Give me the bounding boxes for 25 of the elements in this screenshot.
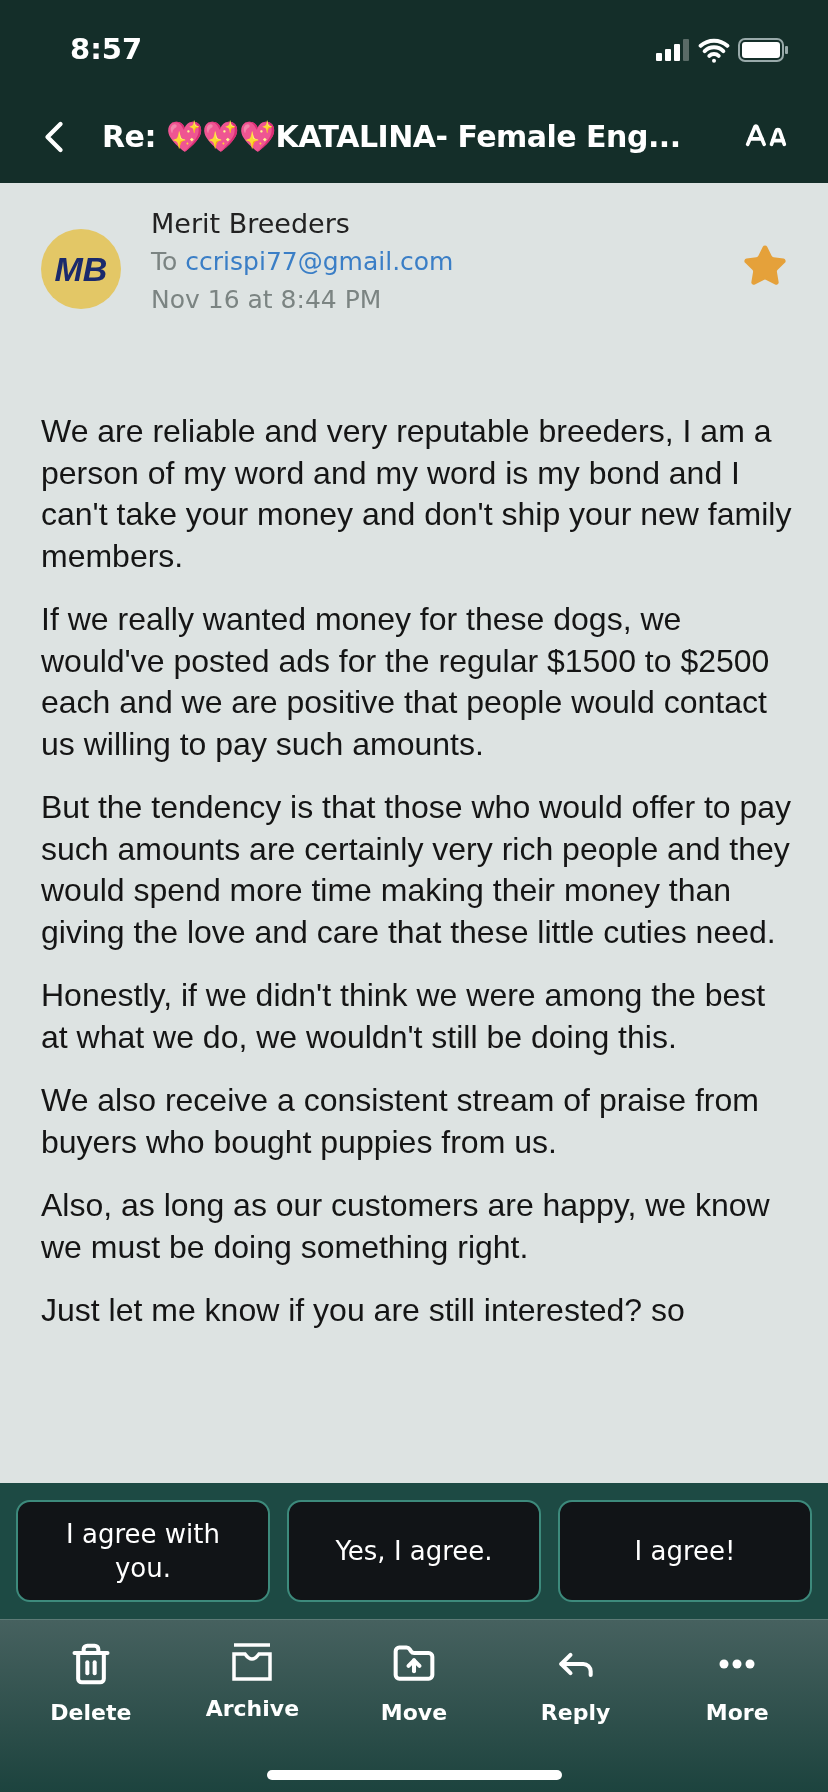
recipient-label: To [151,246,178,278]
toolbar-button[interactable]: More [667,1642,808,1729]
quick-reply-button[interactable]: I agree with you. [16,1500,270,1602]
quick-reply-button[interactable]: I agree! [558,1500,812,1602]
body-paragraph: Also, as long as our customers are happy, we know we must be doing something right. [41,1186,771,1267]
toolbar-button[interactable]: Move [344,1642,484,1729]
sender-name: Merit Breeders [151,207,351,241]
toolbar-button[interactable]: Delete [20,1642,161,1729]
quick-reply-button[interactable]: Yes, I agree. [287,1500,541,1602]
battery-icon [738,38,788,62]
body-paragraph: We also receive a consistent stream of praise from buyers who bought puppies from us. [41,1081,760,1162]
email-subject: Re: 💖💖💖KATALINA- Female Eng... [102,118,682,156]
body-paragraph: We are reliable and very reputable breeders, I am a person of my word and my word is my bond and I can't take your money and don't ship your new family members. [41,412,793,576]
status-time: 8:57 [70,31,143,69]
body-paragraph: Honestly, if we didn't think we were among the best at what we do, we wouldn't still be doing this. [41,976,767,1057]
more-icon [719,1659,756,1669]
archive-icon [230,1642,275,1682]
sent-date: Nov 16 at 8:44 PM [151,284,383,316]
toolbar-button[interactable]: Reply [505,1642,646,1729]
body-paragraph: If we really wanted money for these dogs, we would've posted ads for the regular $1500 to $2500 each and we are positive that people would contact us willing to pay such amounts. [41,600,771,764]
body-paragraph: Just let me know if you are still interested? so [41,1291,686,1330]
avatar: MB [41,229,121,309]
body-paragraph: But the tendency is that those who would offer to pay such amounts are certainly very rich people and they would spend more time making their money than giving the love and care that these little cuties need. [41,788,793,952]
toolbar-button[interactable]: Archive [182,1642,323,1729]
signal-icon [656,39,690,61]
